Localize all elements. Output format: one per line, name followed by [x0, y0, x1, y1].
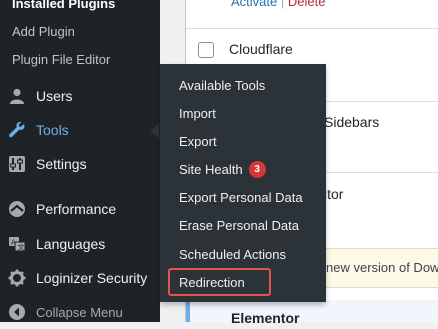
- performance-icon: [7, 199, 27, 219]
- submenu-item-label: Available Tools: [179, 78, 266, 93]
- submenu-item-label: Erase Personal Data: [179, 218, 299, 233]
- plugin-row-elementor: Elementor: [186, 300, 438, 326]
- row-actions-separator: |: [280, 0, 285, 9]
- sidebar-item-users-label: Users: [36, 88, 73, 104]
- plugin-name-partial-editor[interactable]: itor: [324, 186, 343, 202]
- sidebar-item-add-plugin[interactable]: Add Plugin: [12, 24, 75, 39]
- delete-link[interactable]: Delete: [288, 0, 326, 9]
- submenu-item-export[interactable]: Export: [179, 134, 217, 149]
- users-icon: [7, 86, 27, 106]
- sidebar-item-loginizer-label: Loginizer Security: [36, 270, 148, 286]
- admin-sidebar: Installed Plugins Add Plugin Plugin File…: [0, 0, 160, 322]
- submenu-item-available-tools[interactable]: Available Tools: [179, 78, 265, 93]
- sidebar-item-performance[interactable]: Performance: [0, 192, 160, 226]
- submenu-item-scheduled-actions[interactable]: Scheduled Actions: [179, 247, 286, 262]
- plugin-checkbox[interactable]: [198, 42, 214, 58]
- submenu-item-site-health[interactable]: Site Health 3: [179, 161, 266, 178]
- svg-text:A: A: [11, 239, 16, 247]
- submenu-item-export-personal-data[interactable]: Export Personal Data: [179, 190, 303, 205]
- submenu-item-label: Import: [179, 106, 216, 121]
- sidebar-item-languages-label: Languages: [36, 236, 106, 252]
- sidebar-item-loginizer-security[interactable]: Loginizer Security: [0, 261, 160, 295]
- collapse-menu-button[interactable]: Collapse Menu: [0, 295, 160, 329]
- settings-sliders-icon: [7, 154, 27, 174]
- gear-icon: [7, 268, 27, 288]
- sidebar-item-languages[interactable]: A文 Languages: [0, 227, 160, 261]
- collapse-arrow-icon: [7, 302, 27, 322]
- submenu-item-import[interactable]: Import: [179, 106, 216, 121]
- sidebar-item-tools-label: Tools: [36, 122, 69, 138]
- flyout-pointer: [150, 123, 159, 139]
- submenu-item-erase-personal-data[interactable]: Erase Personal Data: [179, 218, 299, 233]
- sidebar-item-performance-label: Performance: [36, 201, 117, 217]
- plugin-name-cloudflare[interactable]: Cloudflare: [229, 41, 293, 57]
- sidebar-item-installed-plugins[interactable]: Installed Plugins: [12, 0, 115, 11]
- sidebar-item-settings-label: Settings: [36, 156, 87, 172]
- submenu-item-label: Scheduled Actions: [179, 247, 286, 262]
- translate-icon: A文: [7, 234, 27, 254]
- sidebar-item-settings[interactable]: Settings: [0, 147, 160, 181]
- submenu-item-label: Export Personal Data: [179, 190, 303, 205]
- wrench-icon: [7, 120, 27, 140]
- submenu-item-label: Site Health: [179, 162, 243, 177]
- sidebar-item-plugin-file-editor[interactable]: Plugin File Editor: [12, 52, 110, 67]
- sidebar-item-tools[interactable]: Tools: [0, 113, 160, 147]
- plugin-name-partial-sidebars[interactable]: Sidebars: [324, 114, 379, 130]
- redirection-highlight-box: [168, 268, 271, 296]
- plugin-name-elementor[interactable]: Elementor: [231, 310, 299, 326]
- site-health-count-badge: 3: [248, 161, 266, 178]
- collapse-menu-label: Collapse Menu: [36, 304, 123, 320]
- svg-text:文: 文: [18, 243, 25, 252]
- activate-link[interactable]: Activate: [231, 0, 277, 9]
- row-actions: Activate | Delete: [231, 0, 325, 9]
- update-notice-text: new version of Dow: [326, 260, 438, 275]
- tools-submenu-flyout: Available Tools Import Export Site Healt…: [160, 64, 326, 302]
- sidebar-item-users[interactable]: Users: [0, 79, 160, 113]
- submenu-item-label: Export: [179, 134, 217, 149]
- row-divider: [186, 28, 438, 29]
